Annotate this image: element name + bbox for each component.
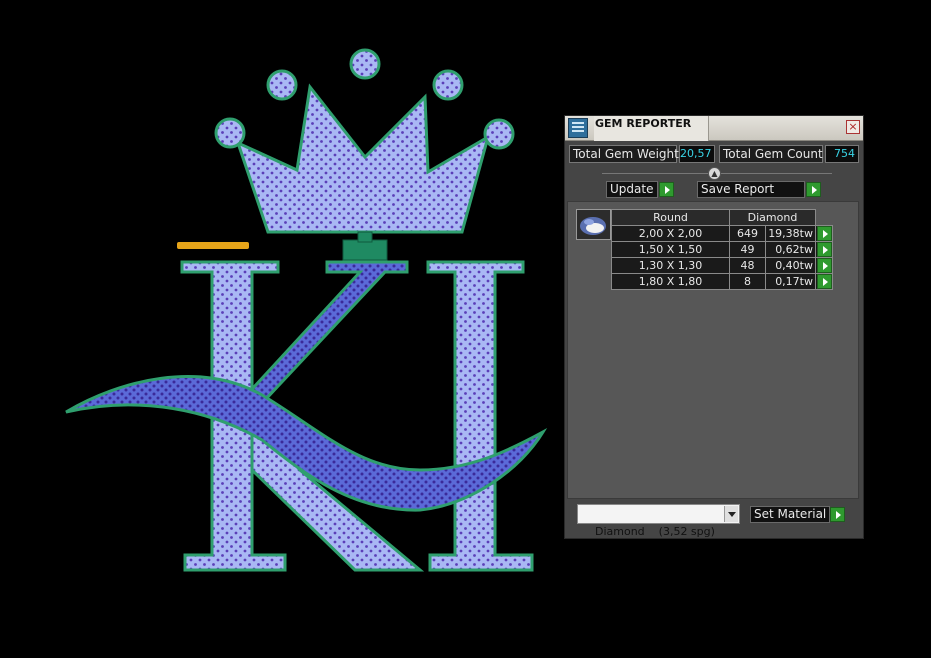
gem-table: Round Diamond 2,00 X 2,00 649 19,38tw 1,…	[611, 209, 833, 290]
table-row[interactable]: 1,80 X 1,80 8 0,17tw	[611, 273, 833, 290]
save-go-icon[interactable]	[806, 182, 821, 197]
letter-j	[426, 260, 534, 572]
report-icon	[568, 118, 588, 138]
row-go-icon[interactable]	[817, 242, 832, 257]
cell-size: 1,50 X 1,50	[611, 241, 730, 258]
column-header-material: Diamond	[729, 209, 816, 226]
collapse-button[interactable]: ▲	[708, 167, 721, 180]
row-go-icon[interactable]	[817, 274, 832, 289]
cell-size: 2,00 X 2,00	[611, 225, 730, 242]
total-weight-value: 20,57	[679, 145, 715, 163]
cell-weight: 0,40tw	[765, 257, 816, 274]
total-weight-label: Total Gem Weight	[569, 145, 679, 163]
jewelry-model	[65, 48, 548, 572]
total-count-value: 754	[825, 145, 859, 163]
table-row[interactable]: 1,30 X 1,30 48 0,40tw	[611, 257, 833, 274]
table-row[interactable]: 1,50 X 1,50 49 0,62tw	[611, 241, 833, 258]
cell-weight: 19,38tw	[765, 225, 816, 242]
cell-size: 1,80 X 1,80	[611, 273, 730, 290]
gold-bar	[177, 242, 249, 249]
chevron-down-icon[interactable]	[724, 506, 738, 522]
row-go-icon[interactable]	[817, 226, 832, 241]
total-count-label: Total Gem Count	[719, 145, 823, 163]
set-material-button[interactable]: Set Material	[750, 506, 830, 523]
cell-count: 48	[729, 257, 766, 274]
report-area: Round Diamond 2,00 X 2,00 649 19,38tw 1,…	[567, 201, 859, 499]
column-header-shape: Round	[611, 209, 730, 226]
update-button[interactable]: Update	[606, 181, 658, 198]
table-row[interactable]: 2,00 X 2,00 649 19,38tw	[611, 225, 833, 242]
save-report-button[interactable]: Save Report	[697, 181, 805, 198]
panel-titlebar[interactable]: GEM REPORTER ×	[565, 116, 863, 141]
update-go-icon[interactable]	[659, 182, 674, 197]
cell-weight: 0,62tw	[765, 241, 816, 258]
cell-count: 49	[729, 241, 766, 258]
gem-shape-icon	[576, 209, 611, 240]
panel-title: GEM REPORTER	[594, 116, 709, 141]
material-value: Diamond (3,52 spg)	[595, 525, 715, 538]
material-dropdown[interactable]: Diamond (3,52 spg)	[577, 504, 740, 538]
crown-shape	[214, 48, 515, 234]
cell-size: 1,30 X 1,30	[611, 257, 730, 274]
table-header-row: Round Diamond	[611, 209, 833, 226]
close-button[interactable]: ×	[846, 120, 860, 134]
cell-count: 8	[729, 273, 766, 290]
cell-weight: 0,17tw	[765, 273, 816, 290]
gem-reporter-panel: GEM REPORTER × Total Gem Weight 20,57 To…	[564, 115, 864, 539]
set-material-go-icon[interactable]	[830, 507, 845, 522]
row-go-icon[interactable]	[817, 258, 832, 273]
bail-shape	[342, 231, 388, 261]
cell-count: 649	[729, 225, 766, 242]
